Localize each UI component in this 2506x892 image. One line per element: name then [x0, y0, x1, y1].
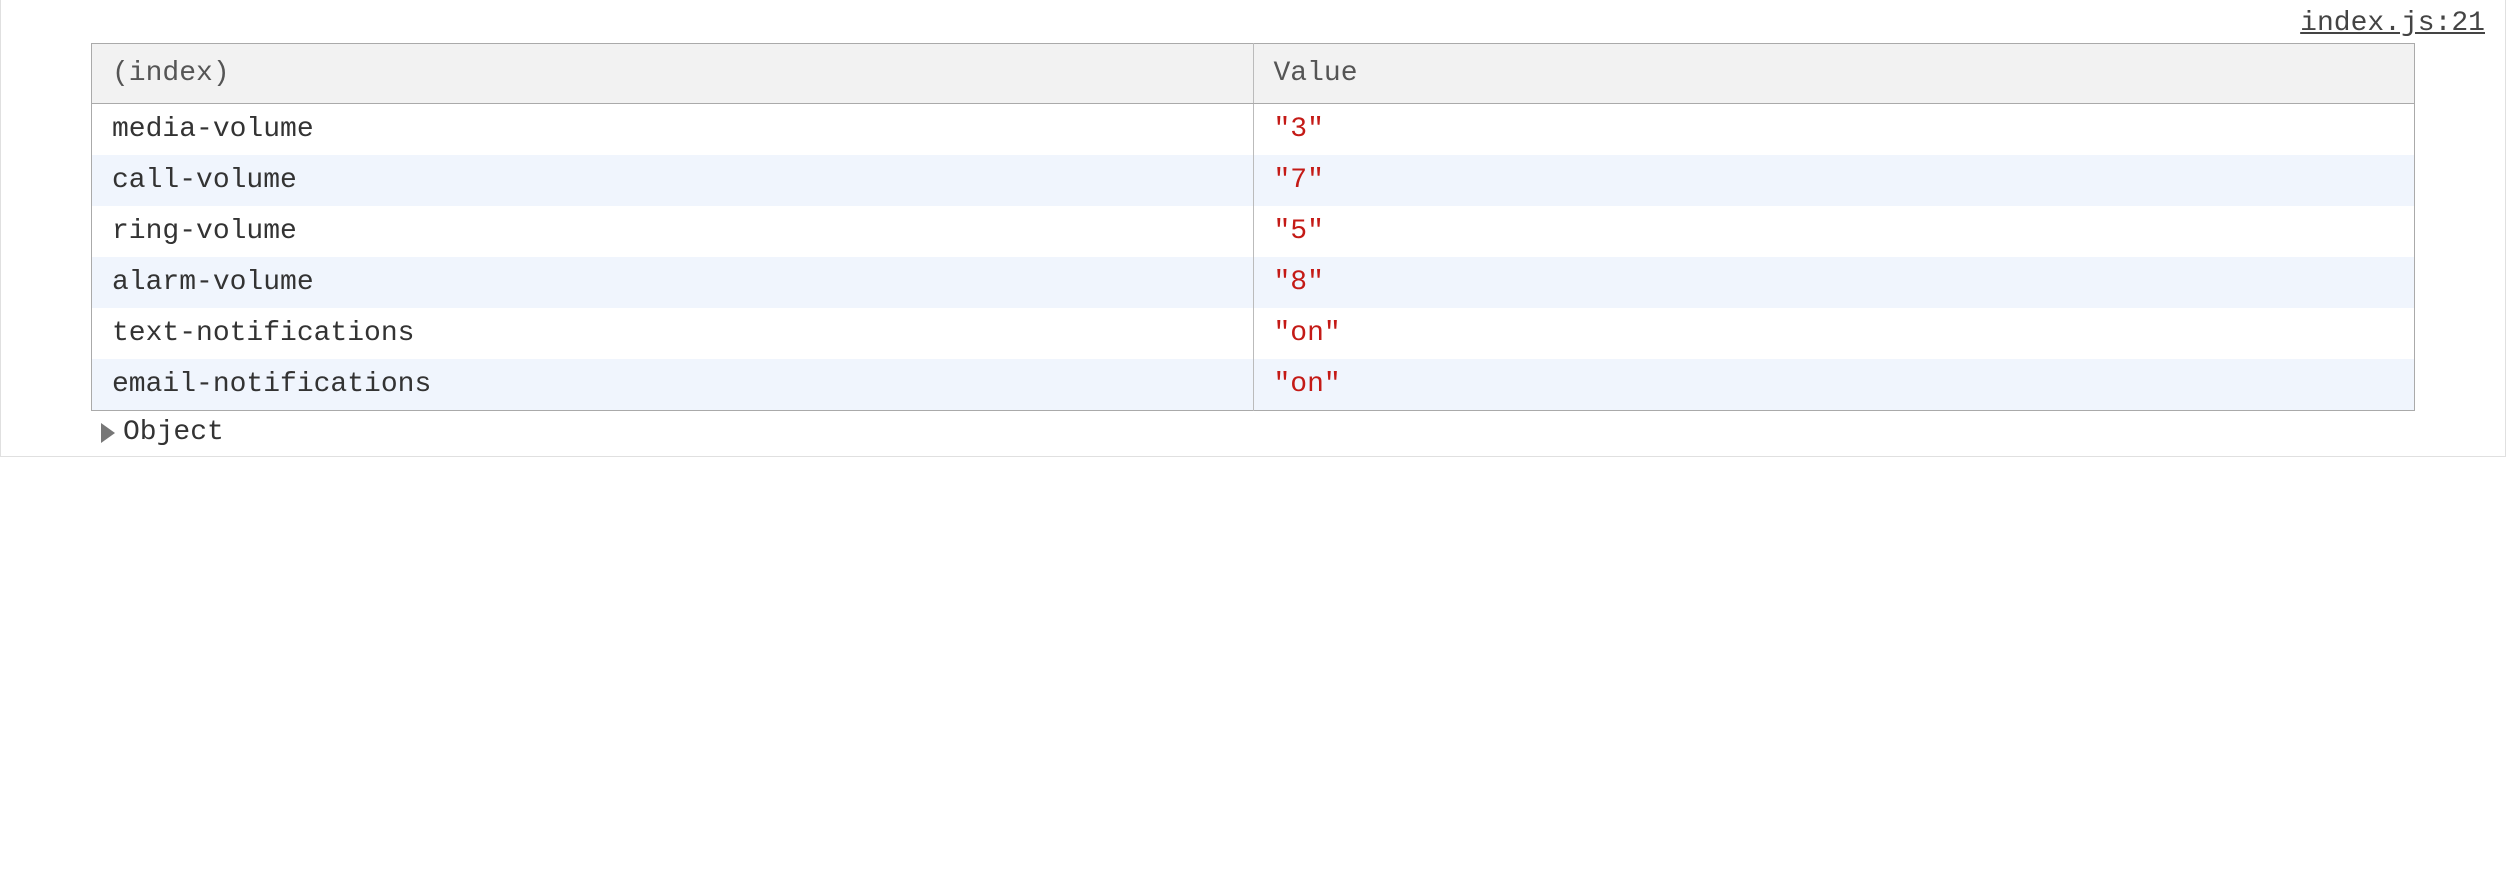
object-expand-toggle[interactable]: Object [1, 411, 2505, 448]
console-table: (index) Value media-volume "3" call-volu… [91, 43, 2415, 411]
source-link[interactable]: index.js:21 [2300, 8, 2485, 39]
table-row: call-volume "7" [92, 155, 2415, 206]
table-row: text-notifications "on" [92, 308, 2415, 359]
table-row: email-notifications "on" [92, 359, 2415, 411]
cell-value: "7" [1253, 155, 2415, 206]
cell-key: ring-volume [92, 206, 1254, 257]
table-row: alarm-volume "8" [92, 257, 2415, 308]
table-row: media-volume "3" [92, 104, 2415, 156]
cell-key: email-notifications [92, 359, 1254, 411]
disclosure-triangle-icon [101, 423, 115, 443]
header-index: (index) [92, 44, 1254, 104]
cell-value: "8" [1253, 257, 2415, 308]
cell-key: call-volume [92, 155, 1254, 206]
cell-value: "3" [1253, 104, 2415, 156]
cell-value: "on" [1253, 308, 2415, 359]
cell-key: media-volume [92, 104, 1254, 156]
table-row: ring-volume "5" [92, 206, 2415, 257]
source-link-row: index.js:21 [1, 0, 2505, 43]
console-table-wrapper: (index) Value media-volume "3" call-volu… [1, 43, 2505, 411]
cell-key: text-notifications [92, 308, 1254, 359]
object-label: Object [123, 417, 224, 448]
header-value: Value [1253, 44, 2415, 104]
cell-value: "on" [1253, 359, 2415, 411]
console-output-panel: index.js:21 (index) Value media-volume "… [0, 0, 2506, 457]
cell-value: "5" [1253, 206, 2415, 257]
cell-key: alarm-volume [92, 257, 1254, 308]
table-header-row: (index) Value [92, 44, 2415, 104]
